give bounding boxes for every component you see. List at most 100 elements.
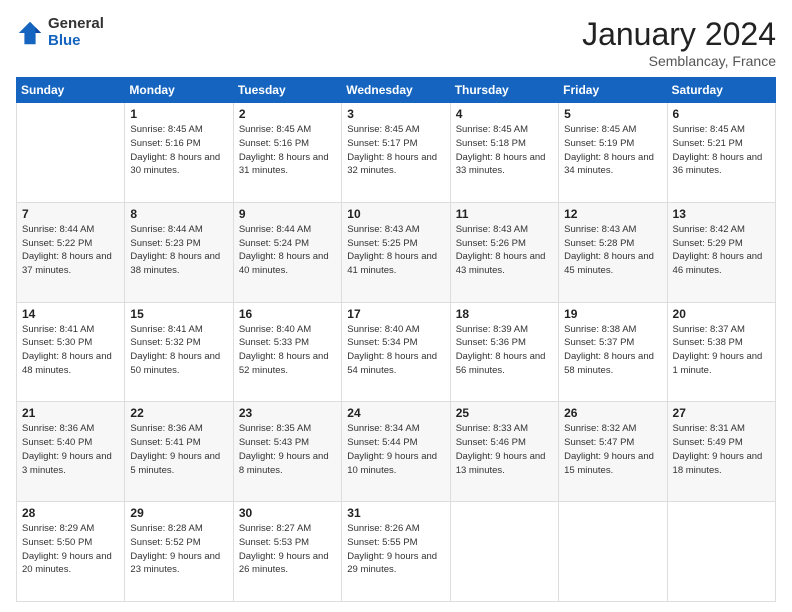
- day-info: Sunrise: 8:36 AMSunset: 5:40 PMDaylight:…: [22, 422, 119, 477]
- calendar-week-row: 14 Sunrise: 8:41 AMSunset: 5:30 PMDayligh…: [17, 302, 776, 402]
- calendar-cell: 22 Sunrise: 8:36 AMSunset: 5:41 PMDayligh…: [125, 402, 233, 502]
- calendar-cell: 10 Sunrise: 8:43 AMSunset: 5:25 PMDayligh…: [342, 202, 450, 302]
- calendar-cell: 25Sunrise: 8:33 AMSunset: 5:46 PMDayligh…: [450, 402, 558, 502]
- logo: General Blue: [16, 16, 104, 49]
- day-info: Sunrise: 8:26 AMSunset: 5:55 PMDaylight:…: [347, 522, 444, 577]
- calendar-cell: 29Sunrise: 8:28 AMSunset: 5:52 PMDayligh…: [125, 502, 233, 602]
- day-info: Sunrise: 8:45 AMSunset: 5:21 PMDaylight:…: [673, 123, 770, 178]
- day-info: Sunrise: 8:44 AMSunset: 5:24 PMDaylight:…: [239, 223, 336, 278]
- day-info: Sunrise: 8:27 AMSunset: 5:53 PMDaylight:…: [239, 522, 336, 577]
- day-number: 21: [22, 406, 119, 420]
- day-info: Sunrise: 8:38 AMSunset: 5:37 PMDaylight:…: [564, 323, 661, 378]
- day-number: 18: [456, 307, 553, 321]
- day-number: 27: [673, 406, 770, 420]
- day-number: 9: [239, 207, 336, 221]
- day-info: Sunrise: 8:42 AMSunset: 5:29 PMDaylight:…: [673, 223, 770, 278]
- day-number: 28: [22, 506, 119, 520]
- day-number: 26: [564, 406, 661, 420]
- day-number: 1: [130, 107, 227, 121]
- day-number: 20: [673, 307, 770, 321]
- day-number: 14: [22, 307, 119, 321]
- calendar-cell: 27 Sunrise: 8:31 AMSunset: 5:49 PMDayligh…: [667, 402, 775, 502]
- calendar-cell: 28 Sunrise: 8:29 AMSunset: 5:50 PMDayligh…: [17, 502, 125, 602]
- day-info: Sunrise: 8:44 AMSunset: 5:23 PMDaylight:…: [130, 223, 227, 278]
- day-info: Sunrise: 8:36 AMSunset: 5:41 PMDaylight:…: [130, 422, 227, 477]
- calendar-cell: 4 Sunrise: 8:45 AMSunset: 5:18 PMDaylight…: [450, 103, 558, 203]
- calendar-week-row: 21 Sunrise: 8:36 AMSunset: 5:40 PMDayligh…: [17, 402, 776, 502]
- day-number: 3: [347, 107, 444, 121]
- calendar-cell: 15 Sunrise: 8:41 AMSunset: 5:32 PMDayligh…: [125, 302, 233, 402]
- logo-icon: [16, 19, 44, 47]
- calendar-cell: 19 Sunrise: 8:38 AMSunset: 5:37 PMDayligh…: [559, 302, 667, 402]
- day-info: Sunrise: 8:34 AMSunset: 5:44 PMDaylight:…: [347, 422, 444, 477]
- day-number: 19: [564, 307, 661, 321]
- calendar-cell: 17Sunrise: 8:40 AMSunset: 5:34 PMDayligh…: [342, 302, 450, 402]
- day-info: Sunrise: 8:32 AMSunset: 5:47 PMDaylight:…: [564, 422, 661, 477]
- calendar-cell: 26 Sunrise: 8:32 AMSunset: 5:47 PMDayligh…: [559, 402, 667, 502]
- day-info: Sunrise: 8:44 AMSunset: 5:22 PMDaylight:…: [22, 223, 119, 278]
- day-number: 11: [456, 207, 553, 221]
- calendar-cell: 13 Sunrise: 8:42 AMSunset: 5:29 PMDayligh…: [667, 202, 775, 302]
- calendar-cell: 16 Sunrise: 8:40 AMSunset: 5:33 PMDayligh…: [233, 302, 341, 402]
- day-number: 13: [673, 207, 770, 221]
- day-info: Sunrise: 8:43 AMSunset: 5:25 PMDaylight:…: [347, 223, 444, 278]
- day-info: Sunrise: 8:45 AMSunset: 5:16 PMDaylight:…: [239, 123, 336, 178]
- day-info: Sunrise: 8:40 AMSunset: 5:33 PMDaylight:…: [239, 323, 336, 378]
- day-info: Sunrise: 8:31 AMSunset: 5:49 PMDaylight:…: [673, 422, 770, 477]
- logo-blue-text: Blue: [48, 33, 104, 50]
- month-title: January 2024: [582, 16, 776, 53]
- logo-general-text: General: [48, 16, 104, 33]
- calendar-cell: 20Sunrise: 8:37 AMSunset: 5:38 PMDayligh…: [667, 302, 775, 402]
- calendar-cell: 2Sunrise: 8:45 AMSunset: 5:16 PMDaylight…: [233, 103, 341, 203]
- column-header-wednesday: Wednesday: [342, 78, 450, 103]
- calendar-cell: 31 Sunrise: 8:26 AMSunset: 5:55 PMDayligh…: [342, 502, 450, 602]
- day-number: 22: [130, 406, 227, 420]
- calendar-week-row: 1 Sunrise: 8:45 AMSunset: 5:16 PMDaylight…: [17, 103, 776, 203]
- day-info: Sunrise: 8:29 AMSunset: 5:50 PMDaylight:…: [22, 522, 119, 577]
- column-header-thursday: Thursday: [450, 78, 558, 103]
- day-info: Sunrise: 8:43 AMSunset: 5:28 PMDaylight:…: [564, 223, 661, 278]
- calendar-cell: 7 Sunrise: 8:44 AMSunset: 5:22 PMDaylight…: [17, 202, 125, 302]
- column-header-friday: Friday: [559, 78, 667, 103]
- day-number: 4: [456, 107, 553, 121]
- calendar-cell: 18Sunrise: 8:39 AMSunset: 5:36 PMDayligh…: [450, 302, 558, 402]
- day-number: 6: [673, 107, 770, 121]
- day-number: 31: [347, 506, 444, 520]
- day-info: Sunrise: 8:41 AMSunset: 5:32 PMDaylight:…: [130, 323, 227, 378]
- column-header-saturday: Saturday: [667, 78, 775, 103]
- day-number: 7: [22, 207, 119, 221]
- day-number: 15: [130, 307, 227, 321]
- calendar-cell: 6 Sunrise: 8:45 AMSunset: 5:21 PMDaylight…: [667, 103, 775, 203]
- column-header-tuesday: Tuesday: [233, 78, 341, 103]
- location: Semblancay, France: [582, 53, 776, 69]
- logo-text: General Blue: [48, 16, 104, 49]
- calendar-cell: 1Sunrise: 8:45 AMSunset: 5:16 PMDaylight…: [125, 103, 233, 203]
- day-number: 24: [347, 406, 444, 420]
- column-header-sunday: Sunday: [17, 78, 125, 103]
- day-info: Sunrise: 8:45 AMSunset: 5:19 PMDaylight:…: [564, 123, 661, 178]
- day-number: 17: [347, 307, 444, 321]
- calendar-cell: 23Sunrise: 8:35 AMSunset: 5:43 PMDayligh…: [233, 402, 341, 502]
- day-info: Sunrise: 8:33 AMSunset: 5:46 PMDaylight:…: [456, 422, 553, 477]
- day-number: 16: [239, 307, 336, 321]
- day-info: Sunrise: 8:45 AMSunset: 5:18 PMDaylight:…: [456, 123, 553, 178]
- calendar-week-row: 28 Sunrise: 8:29 AMSunset: 5:50 PMDayligh…: [17, 502, 776, 602]
- title-block: January 2024 Semblancay, France: [582, 16, 776, 69]
- day-number: 10: [347, 207, 444, 221]
- page: General Blue January 2024 Semblancay, Fr…: [0, 0, 792, 612]
- day-number: 5: [564, 107, 661, 121]
- calendar-cell: 21 Sunrise: 8:36 AMSunset: 5:40 PMDayligh…: [17, 402, 125, 502]
- day-number: 8: [130, 207, 227, 221]
- header: General Blue January 2024 Semblancay, Fr…: [16, 16, 776, 69]
- day-number: 29: [130, 506, 227, 520]
- calendar-cell: [667, 502, 775, 602]
- calendar-cell: 3Sunrise: 8:45 AMSunset: 5:17 PMDaylight…: [342, 103, 450, 203]
- calendar-cell: 30 Sunrise: 8:27 AMSunset: 5:53 PMDayligh…: [233, 502, 341, 602]
- column-header-monday: Monday: [125, 78, 233, 103]
- day-info: Sunrise: 8:41 AMSunset: 5:30 PMDaylight:…: [22, 323, 119, 378]
- day-number: 23: [239, 406, 336, 420]
- calendar-table: SundayMondayTuesdayWednesdayThursdayFrid…: [16, 77, 776, 602]
- day-number: 12: [564, 207, 661, 221]
- day-number: 30: [239, 506, 336, 520]
- calendar-cell: 12 Sunrise: 8:43 AMSunset: 5:28 PMDayligh…: [559, 202, 667, 302]
